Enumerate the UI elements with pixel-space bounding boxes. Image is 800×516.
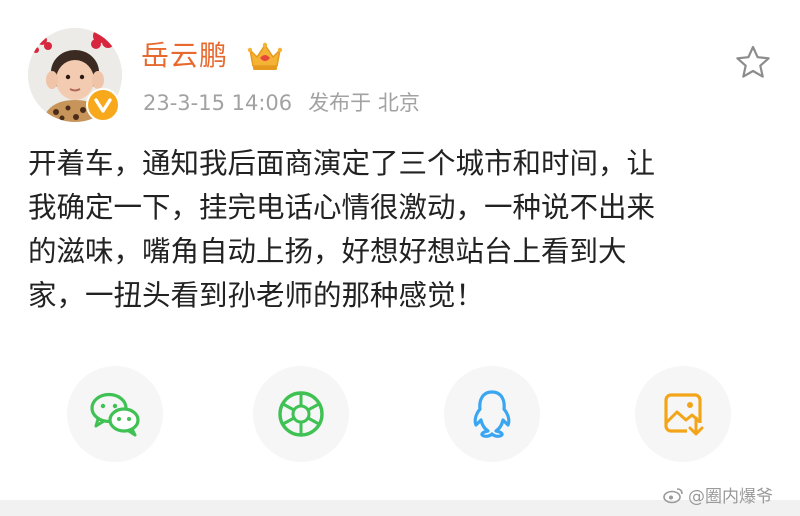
watermark: @圈内爆爷 (663, 482, 773, 507)
share-row (0, 366, 800, 466)
post-location: 发布于 北京 (308, 91, 420, 115)
star-icon[interactable] (734, 44, 772, 80)
verified-badge-icon (86, 88, 120, 122)
post-meta: 23-3-15 14:06 发布于 北京 (143, 88, 420, 118)
watermark-text: @圈内爆爷 (688, 487, 773, 507)
share-moments-button[interactable] (253, 366, 349, 462)
share-qq-button[interactable] (444, 366, 540, 462)
username[interactable]: 岳云鹏 (141, 36, 228, 76)
post-text: 开着车，通知我后面商演定了三个城市和时间，让 我确定一下，挂完电话心情很激动，一… (28, 147, 656, 312)
crown-icon[interactable] (247, 40, 283, 72)
wechat-icon (90, 392, 140, 437)
post-timestamp: 23-3-15 14:06 (143, 91, 293, 115)
share-wechat-button[interactable] (67, 366, 163, 462)
save-image-button[interactable] (635, 366, 731, 462)
qq-icon (473, 390, 511, 438)
moments-icon (278, 391, 324, 437)
save-image-icon (664, 393, 705, 438)
weibo-logo-icon (663, 487, 683, 503)
